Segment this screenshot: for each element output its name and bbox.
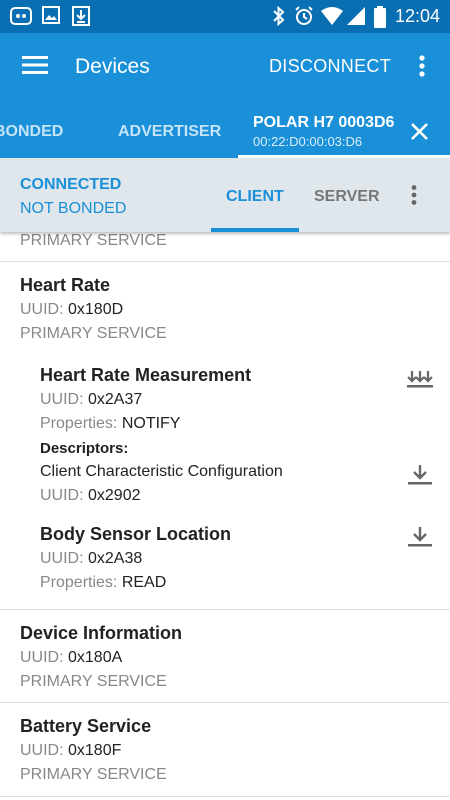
battery-icon	[374, 6, 386, 33]
cell-signal-icon	[346, 6, 366, 31]
properties-label: Properties:	[40, 415, 122, 432]
clock: 12:04	[394, 6, 440, 26]
characteristic-properties-row: Properties: READ	[40, 574, 166, 592]
characteristic-properties-row: Properties: NOTIFY	[40, 415, 180, 433]
client-tab-indicator	[211, 228, 299, 232]
service-uuid-row: UUID: 0x180A	[20, 649, 122, 667]
service-type: PRIMARY SERVICE	[20, 766, 167, 783]
close-icon[interactable]	[410, 122, 429, 146]
connection-state: CONNECTED	[20, 176, 122, 193]
service-uuid-row: UUID: 0x180D	[20, 301, 123, 319]
tab-advertiser[interactable]: ADVERTISER	[118, 123, 221, 141]
uuid-value: 0x180A	[68, 649, 123, 666]
characteristic-name: Heart Rate Measurement	[40, 365, 252, 385]
service-type: PRIMARY SERVICE	[20, 325, 167, 342]
uuid-label: UUID:	[20, 742, 68, 759]
divider	[0, 702, 450, 703]
download-notification-icon	[72, 6, 90, 31]
uuid-label: UUID:	[20, 301, 68, 318]
menu-icon[interactable]	[22, 55, 48, 80]
image-icon	[42, 6, 60, 29]
uuid-value: 0x180D	[68, 301, 124, 318]
tab-device[interactable]: POLAR H7 0003D6 00:22:D0:00:03:D6	[253, 114, 394, 149]
app-bar: Devices DISCONNECT	[0, 33, 450, 100]
divider	[0, 609, 450, 610]
uuid-label: UUID:	[20, 649, 68, 666]
properties-label: Properties:	[40, 574, 122, 591]
overflow-menu-icon[interactable]	[419, 55, 425, 82]
service-list[interactable]: PRIMARY SERVICE Heart Rate UUID: 0x180D …	[0, 232, 450, 800]
service-name: Battery Service	[20, 716, 152, 736]
bluetooth-icon	[272, 5, 286, 31]
characteristic-uuid-row: UUID: 0x2A37	[40, 391, 142, 409]
device-tabs: BONDED ADVERTISER POLAR H7 0003D6 00:22:…	[0, 100, 450, 158]
service-name: Device Information	[20, 623, 183, 643]
uuid-label: UUID:	[40, 550, 88, 567]
page-title: Devices	[75, 55, 150, 78]
connection-bar: CONNECTED NOT BONDED CLIENT SERVER	[0, 158, 450, 232]
service-type: PRIMARY SERVICE	[20, 232, 167, 249]
characteristic-name: Body Sensor Location	[40, 524, 232, 544]
device-mac: 00:22:D0:00:03:D6	[253, 134, 363, 149]
status-bar: 12:04	[0, 0, 450, 33]
read-descriptor-icon[interactable]	[408, 464, 432, 491]
uuid-value: 0x2A38	[88, 550, 143, 567]
properties-value: NOTIFY	[121, 415, 181, 432]
disconnect-button[interactable]: DISCONNECT	[269, 56, 391, 77]
divider	[0, 796, 450, 797]
notification-app-icon	[10, 6, 32, 31]
bond-state: NOT BONDED	[20, 200, 127, 217]
properties-value: READ	[121, 574, 167, 591]
uuid-value: 0x2902	[88, 487, 141, 504]
descriptors-heading: Descriptors:	[40, 440, 129, 457]
wifi-icon	[320, 6, 344, 31]
service-uuid-row: UUID: 0x180F	[20, 742, 121, 760]
divider	[0, 261, 450, 262]
uuid-value: 0x180F	[68, 742, 122, 759]
uuid-label: UUID:	[40, 391, 88, 408]
read-characteristic-icon[interactable]	[408, 526, 432, 553]
alarm-icon	[294, 6, 314, 31]
uuid-label: UUID:	[40, 487, 88, 504]
descriptor-name: Client Characteristic Configuration	[40, 463, 283, 480]
service-name: Heart Rate	[20, 275, 111, 295]
tab-client[interactable]: CLIENT	[226, 188, 284, 206]
descriptor-uuid-row: UUID: 0x2902	[40, 487, 141, 505]
tab-server[interactable]: SERVER	[314, 188, 380, 206]
characteristic-uuid-row: UUID: 0x2A38	[40, 550, 142, 568]
uuid-value: 0x2A37	[88, 391, 143, 408]
device-name: POLAR H7 0003D6	[253, 114, 395, 131]
enable-notifications-icon[interactable]	[407, 370, 433, 395]
service-type: PRIMARY SERVICE	[20, 673, 167, 690]
tab-bonded[interactable]: BONDED	[0, 123, 63, 141]
connection-overflow-icon[interactable]	[411, 185, 417, 210]
